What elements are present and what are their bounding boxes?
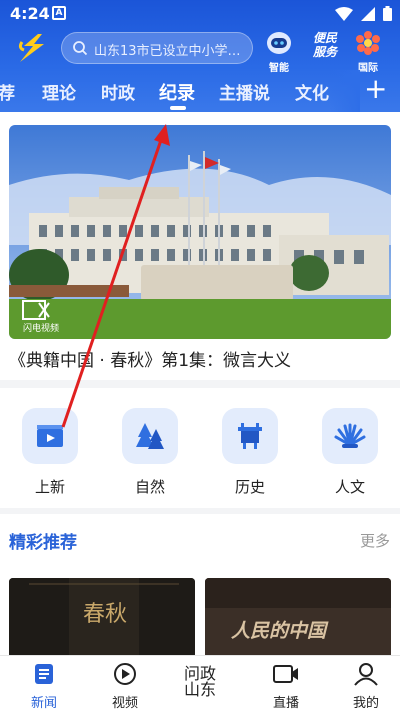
nav-video-label: 视频 bbox=[111, 696, 138, 710]
section-title: 精彩推荐 bbox=[9, 533, 77, 553]
category-new-box bbox=[22, 408, 78, 464]
divider-1 bbox=[0, 380, 400, 388]
header-row: 山东13市已设立中小学… 智能 便民服务 国际 bbox=[0, 30, 400, 74]
nav-live-label: 直播 bbox=[272, 696, 299, 710]
category-history[interactable]: 历史 bbox=[220, 408, 280, 497]
category-history-label: 历史 bbox=[234, 478, 265, 496]
category-tabs: 荐 理论 时政 纪录 主播说 文化 + bbox=[0, 70, 400, 112]
shell-fan-icon bbox=[334, 423, 366, 448]
trees-icon bbox=[136, 423, 164, 449]
search-icon bbox=[73, 41, 88, 56]
bianmin-service-icon: 便民服务 bbox=[304, 31, 346, 59]
bianmin-service-text: 便民服务 bbox=[312, 31, 337, 59]
recommend-card-1-title: 春秋 bbox=[83, 602, 128, 627]
wenzheng-shandong-icon: 问政山东 bbox=[180, 666, 220, 698]
more-link[interactable]: 更多 bbox=[360, 530, 390, 551]
nav-video[interactable]: 视频 bbox=[95, 662, 155, 710]
battery-icon bbox=[383, 6, 392, 21]
hero-image bbox=[9, 125, 391, 339]
tab-recommend[interactable]: 荐 bbox=[0, 79, 15, 104]
category-new-label: 上新 bbox=[34, 478, 65, 496]
bottom-nav: 新闻 视频 问政山东 直播 我的 bbox=[0, 655, 400, 710]
system-icons bbox=[335, 6, 392, 21]
top-header: 4:24 A 山东13市已设立中小学… 智能 便民服务 国际 荐 理论 时政 纪… bbox=[0, 0, 400, 112]
status-time: 4:24 bbox=[10, 4, 50, 23]
robot-icon bbox=[267, 32, 291, 54]
category-nature[interactable]: 自然 bbox=[120, 408, 180, 497]
tab-culture[interactable]: 文化 bbox=[295, 79, 329, 104]
category-nature-label: 自然 bbox=[134, 478, 165, 496]
smart-button[interactable]: 智能 bbox=[259, 30, 299, 74]
international-button[interactable]: 国际 bbox=[348, 30, 388, 74]
category-humanities-box bbox=[322, 408, 378, 464]
recommend-card-2[interactable]: 人民的中国 bbox=[205, 578, 391, 658]
person-icon bbox=[354, 663, 378, 686]
add-tab-button[interactable]: + bbox=[364, 72, 387, 105]
video-clapper-icon bbox=[37, 425, 63, 447]
play-circle-icon bbox=[114, 663, 136, 685]
recommend-card-1[interactable]: 春秋 bbox=[9, 578, 195, 658]
search-placeholder: 山东13市已设立中小学… bbox=[94, 44, 241, 59]
category-new[interactable]: 上新 bbox=[20, 408, 80, 497]
nav-mine[interactable]: 我的 bbox=[336, 662, 396, 710]
category-nature-box bbox=[122, 408, 178, 464]
live-camera-icon bbox=[273, 665, 298, 683]
category-humanities[interactable]: 人文 bbox=[320, 408, 380, 497]
bianmin-service-button[interactable]: 便民服务 bbox=[304, 30, 346, 59]
search-box[interactable]: 山东13市已设立中小学… bbox=[61, 32, 253, 64]
globe-flower-icon bbox=[356, 31, 380, 55]
recommend-card-2-title: 人民的中国 bbox=[231, 620, 327, 642]
nav-news-label: 新闻 bbox=[30, 696, 57, 710]
tab-politics[interactable]: 时政 bbox=[101, 79, 135, 104]
wifi-icon bbox=[335, 6, 353, 21]
tab-theory[interactable]: 理论 bbox=[42, 79, 76, 104]
hero-caption[interactable]: 《典籍中国 · 春秋》第1集：微言大义 bbox=[9, 346, 291, 371]
status-bar: 4:24 A bbox=[0, 0, 400, 28]
nav-news[interactable]: 新闻 bbox=[14, 662, 74, 710]
app-logo-lightning-icon[interactable] bbox=[16, 32, 52, 64]
nav-mine-label: 我的 bbox=[352, 696, 379, 710]
wenzheng-shandong-text: 问政山东 bbox=[183, 664, 216, 699]
bronze-ding-icon bbox=[238, 423, 262, 449]
notification-icon: A bbox=[52, 6, 66, 20]
active-tab-indicator bbox=[170, 106, 186, 110]
hero-watermark: 闪电视频 bbox=[23, 324, 60, 334]
news-icon bbox=[35, 664, 53, 684]
tab-anchor-talk[interactable]: 主播说 bbox=[219, 79, 270, 104]
tab-documentary[interactable]: 纪录 bbox=[159, 79, 195, 105]
hero-video[interactable]: 闪电视频 bbox=[9, 125, 391, 339]
signal-icon bbox=[361, 6, 375, 21]
tab-fade bbox=[330, 70, 360, 112]
divider-2 bbox=[0, 508, 400, 514]
nav-live[interactable]: 直播 bbox=[256, 662, 316, 710]
category-history-box bbox=[222, 408, 278, 464]
nav-wenzheng-shandong[interactable]: 问政山东 bbox=[170, 666, 230, 698]
category-humanities-label: 人文 bbox=[334, 478, 365, 496]
